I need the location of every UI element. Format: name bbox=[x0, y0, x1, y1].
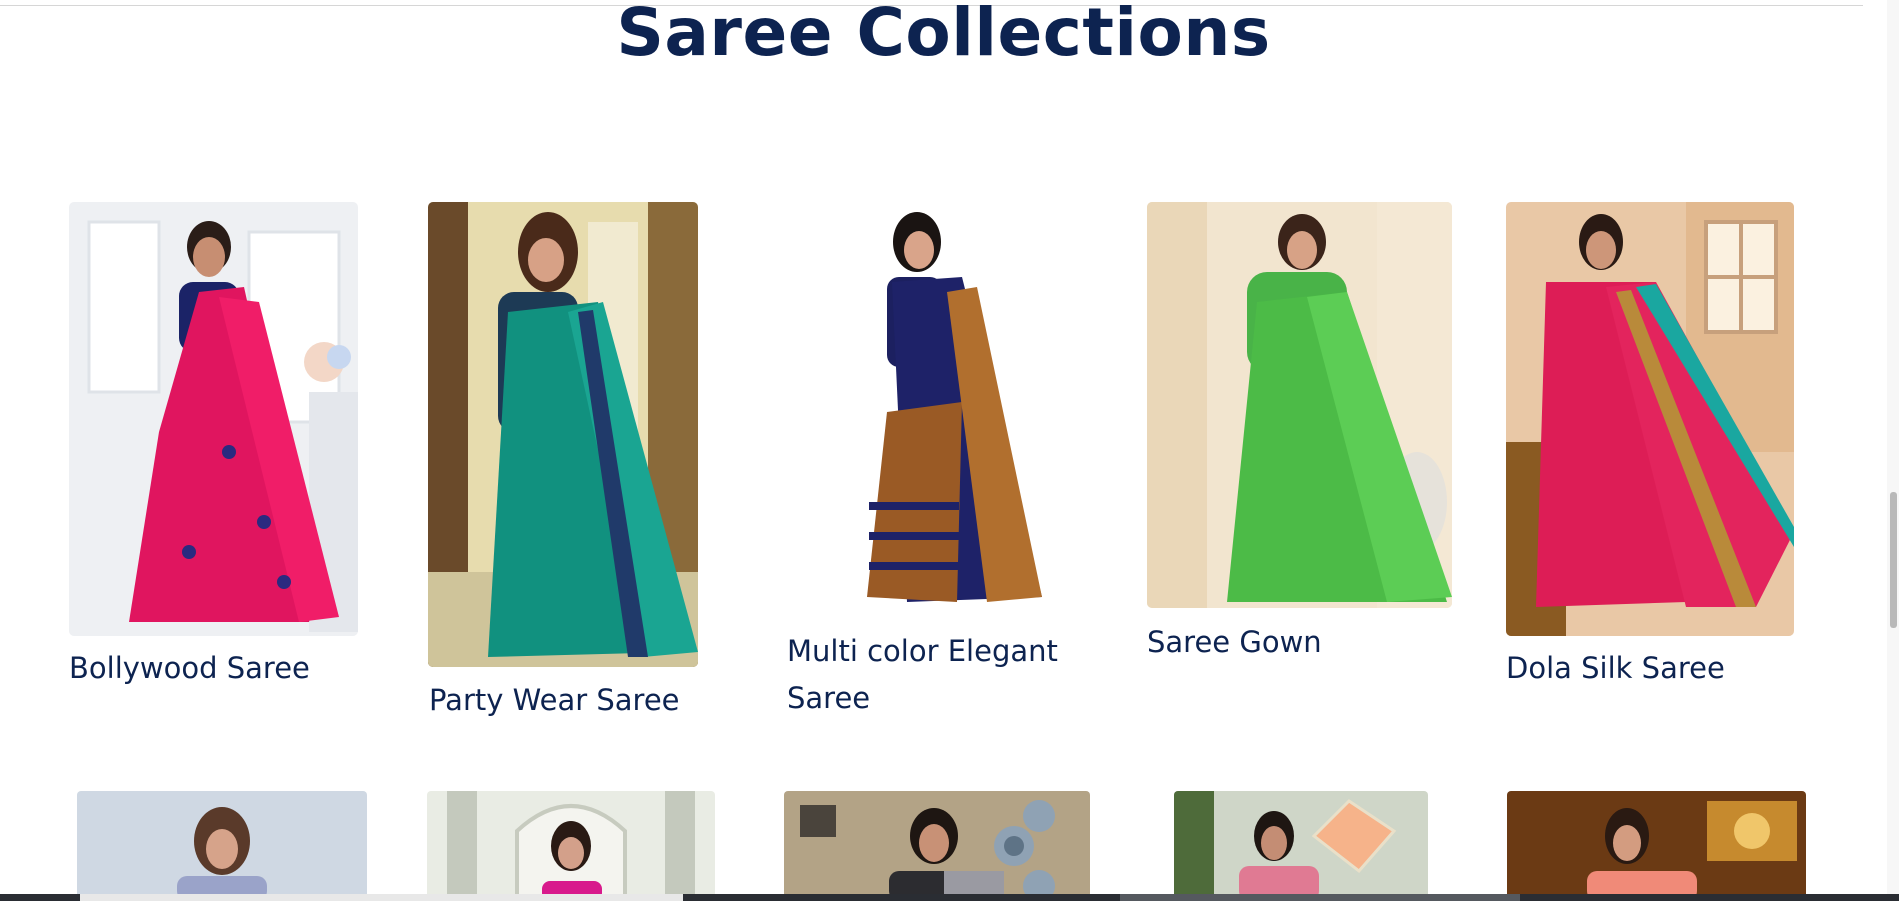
scrollbar-track[interactable] bbox=[1887, 0, 1899, 901]
saree-image-navy-copper[interactable] bbox=[787, 202, 1090, 618]
taskbar-segment bbox=[1120, 894, 1520, 901]
saree-image-pink-kite[interactable] bbox=[1174, 791, 1428, 901]
saree-image-pink[interactable] bbox=[69, 202, 358, 636]
taskbar-segment bbox=[80, 894, 683, 901]
saree-image-magenta[interactable] bbox=[427, 791, 715, 901]
collection-title[interactable]: Party Wear Saree bbox=[429, 677, 759, 724]
collection-title[interactable]: Saree Gown bbox=[1147, 619, 1467, 666]
saree-image-green[interactable] bbox=[1147, 202, 1452, 608]
collection-title[interactable]: Dola Silk Saree bbox=[1506, 645, 1826, 692]
saree-image-teal[interactable] bbox=[428, 202, 698, 667]
saree-image-peach[interactable] bbox=[1507, 791, 1806, 901]
scrollbar-thumb[interactable] bbox=[1890, 492, 1897, 628]
saree-image-lavender[interactable] bbox=[77, 791, 367, 901]
page-title: Saree Collections bbox=[616, 0, 1271, 71]
collection-title[interactable]: Multi color Elegant Saree bbox=[787, 628, 1107, 722]
collection-title[interactable]: Bollywood Saree bbox=[69, 645, 389, 692]
saree-image-red-embroidered[interactable] bbox=[1506, 202, 1794, 636]
bottom-taskbar-strip bbox=[0, 894, 1899, 901]
saree-image-grey[interactable] bbox=[784, 791, 1090, 901]
